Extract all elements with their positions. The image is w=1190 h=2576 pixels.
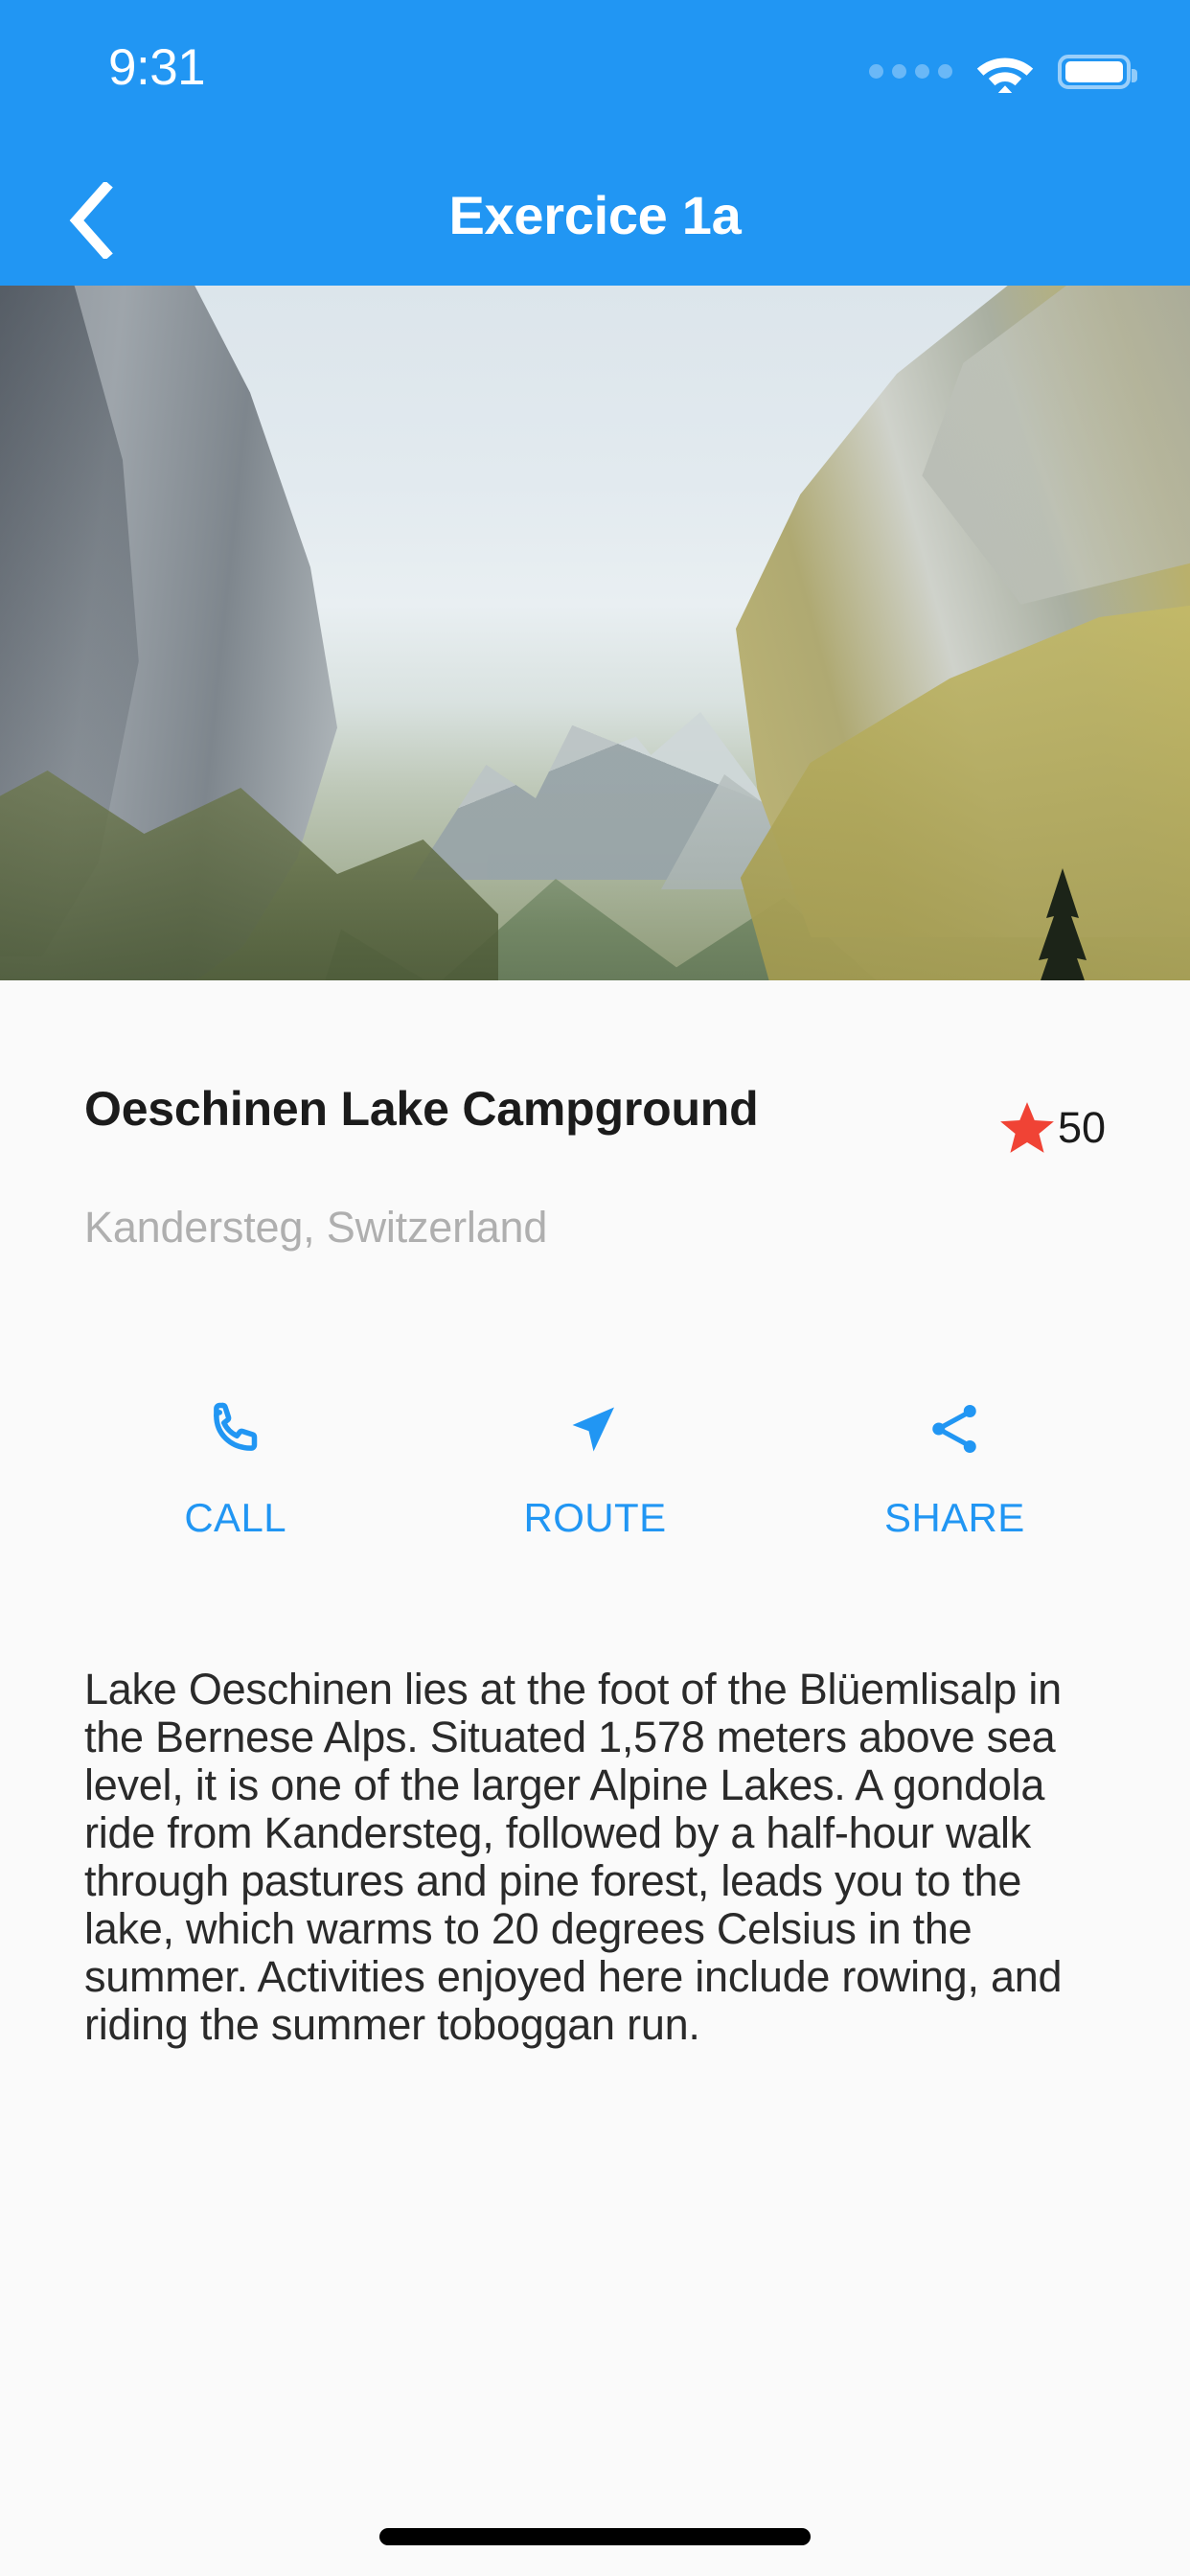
status-bar-indicators	[869, 50, 1137, 93]
navigation-arrow-icon	[572, 1407, 614, 1452]
call-button[interactable]: CALL	[56, 1392, 415, 1541]
share-button-label: SHARE	[883, 1495, 1025, 1540]
share-icon	[932, 1405, 977, 1453]
route-icon-wrap	[566, 1392, 624, 1466]
home-indicator-bar[interactable]	[379, 2528, 811, 2545]
title-row: Oeschinen Lake Campground 50	[84, 980, 1106, 1158]
place-title: Oeschinen Lake Campground	[84, 1082, 759, 1136]
star-filled-icon	[1000, 1102, 1054, 1153]
route-button-label: ROUTE	[523, 1495, 667, 1540]
share-button[interactable]: SHARE	[775, 1392, 1134, 1541]
app-screen: 9:31 Exercice 1a Oeschinen Lake Campgrou…	[0, 0, 1190, 2576]
route-button[interactable]: ROUTE	[415, 1392, 774, 1541]
detail-card: Oeschinen Lake Campground 50 Kandersteg,…	[0, 980, 1190, 2049]
rating-badge: 50	[997, 1081, 1106, 1158]
navigation-bar: Exercice 1a	[0, 144, 1190, 286]
place-description: Lake Oeschinen lies at the foot of the B…	[84, 1665, 1063, 2049]
rating-count: 50	[1057, 1103, 1106, 1152]
place-subtitle: Kandersteg, Switzerland	[84, 1203, 548, 1252]
wifi-icon	[976, 58, 1034, 93]
cellular-signal-dots-icon	[869, 64, 952, 79]
status-bar: 9:31	[0, 0, 1190, 144]
hero-pine-tree	[1039, 868, 1087, 980]
battery-full-icon	[1058, 54, 1137, 89]
call-icon-wrap	[207, 1392, 264, 1466]
phone-icon	[213, 1402, 257, 1451]
call-button-label: CALL	[184, 1495, 286, 1540]
action-button-row: CALL ROUTE SHARE	[0, 1392, 1190, 1541]
share-icon-wrap	[926, 1392, 983, 1466]
hero-image	[0, 286, 1190, 980]
page-title: Exercice 1a	[448, 184, 742, 245]
status-bar-time: 9:31	[108, 39, 206, 96]
